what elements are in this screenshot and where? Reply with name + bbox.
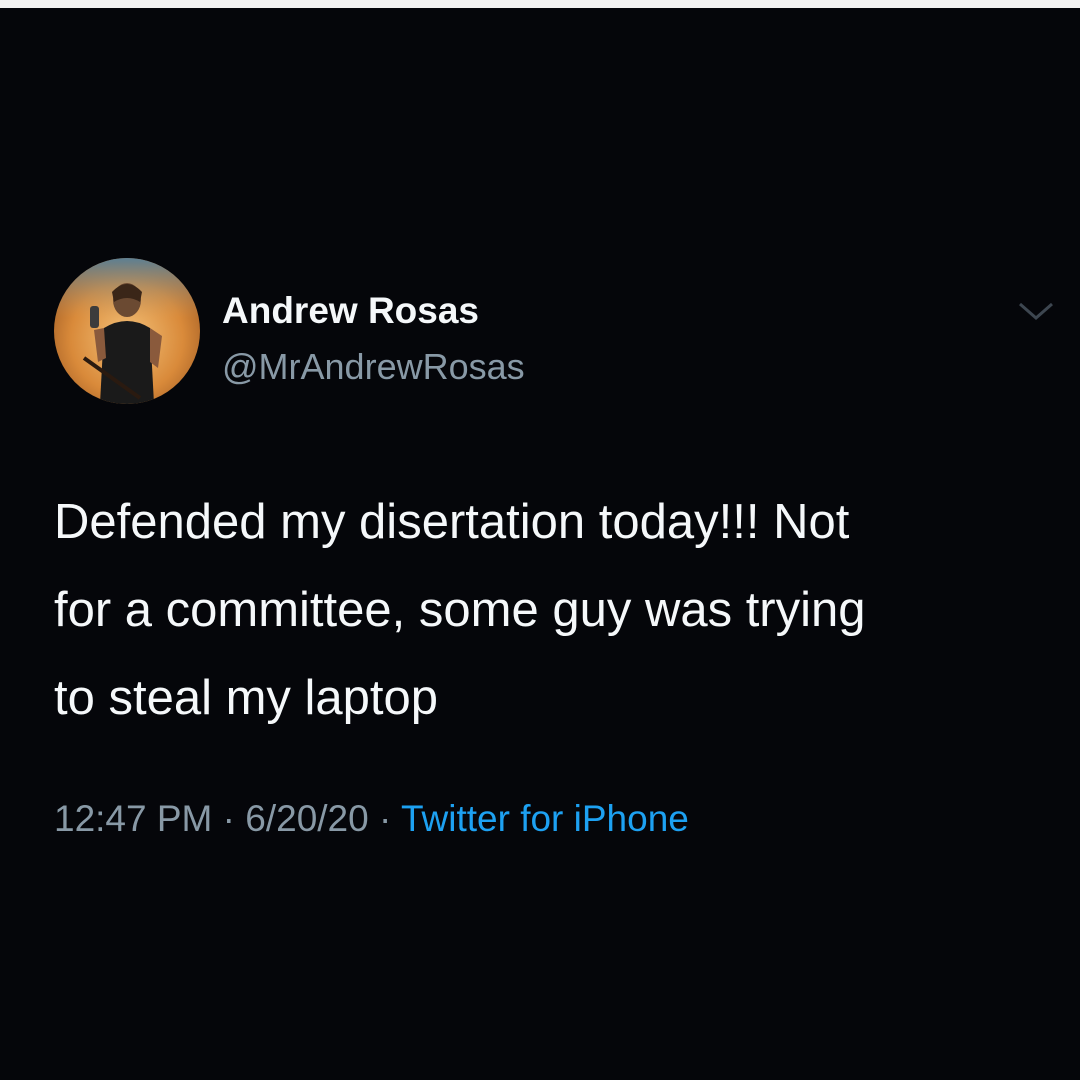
profile-photo xyxy=(54,258,200,404)
avatar[interactable] xyxy=(54,258,200,404)
tweet-text: Defended my disertation today!!! Not for… xyxy=(54,495,866,725)
tweet-screenshot: Andrew Rosas @MrAndrewRosas Defended my … xyxy=(0,0,1080,1080)
chevron-down-icon[interactable] xyxy=(1016,298,1056,324)
tweet-time[interactable]: 12:47 PM xyxy=(54,798,212,839)
tweet-source-link[interactable]: Twitter for iPhone xyxy=(401,798,689,839)
display-name[interactable]: Andrew Rosas xyxy=(222,290,479,332)
handle[interactable]: @MrAndrewRosas xyxy=(222,346,525,388)
tweet-meta: 12:47 PM · 6/20/20 · Twitter for iPhone xyxy=(54,798,689,840)
meta-separator: · xyxy=(222,798,235,839)
meta-separator: · xyxy=(379,798,392,839)
tweet-date[interactable]: 6/20/20 xyxy=(245,798,368,839)
